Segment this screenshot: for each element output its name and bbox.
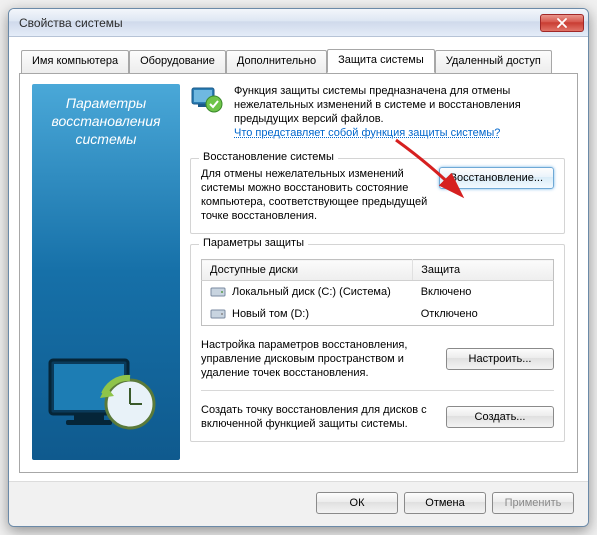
titlebar: Свойства системы [9,9,588,37]
protection-legend: Параметры защиты [199,237,308,249]
shield-icon [190,84,224,118]
disk-status: Включено [413,281,554,304]
restore-fieldset: Восстановление системы Для отмены нежела… [190,158,565,234]
disk-status: Отключено [413,303,554,326]
sidebar-line2: восстановления [40,112,172,130]
sidebar-line3: системы [40,130,172,148]
disk-icon [210,307,226,321]
col-protection[interactable]: Защита [413,260,554,281]
intro-description: Функция защиты системы предназначена для… [234,85,521,125]
content-column: Функция защиты системы предназначена для… [190,84,565,460]
monitor-clock-icon [44,354,164,444]
col-disks[interactable]: Доступные диски [202,260,413,281]
disk-icon [210,285,226,299]
cancel-button[interactable]: Отмена [404,492,486,514]
disk-name: Локальный диск (C:) (Система) [232,286,391,298]
system-properties-window: Свойства системы Имя компьютера Оборудов… [8,8,589,527]
tab-hardware[interactable]: Оборудование [129,50,226,74]
window-body: Имя компьютера Оборудование Дополнительн… [9,37,588,481]
tab-remote[interactable]: Удаленный доступ [435,50,552,74]
restore-description: Для отмены нежелательных изменений систе… [201,167,431,223]
sidebar-graphic: Параметры восстановления системы [32,84,180,460]
dialog-footer: ОК Отмена Применить [9,481,588,526]
restore-legend: Восстановление системы [199,151,338,163]
close-button[interactable] [540,14,584,32]
tab-system-protection[interactable]: Защита системы [327,49,435,73]
separator [201,390,554,391]
window-title: Свойства системы [19,16,540,30]
tab-strip: Имя компьютера Оборудование Дополнительн… [21,49,576,73]
configure-description: Настройка параметров восстановления, упр… [201,338,438,380]
create-description: Создать точку восстановления для дисков … [201,403,438,431]
protection-fieldset: Параметры защиты Доступные диски Защита [190,244,565,442]
table-row[interactable]: Новый том (D:) Отключено [202,303,554,326]
tab-panel-protection: Параметры восстановления системы [19,73,578,473]
close-icon [557,18,567,28]
tab-advanced[interactable]: Дополнительно [226,50,327,74]
apply-button[interactable]: Применить [492,492,574,514]
table-row[interactable]: Локальный диск (C:) (Система) Включено [202,281,554,304]
restore-button[interactable]: Восстановление... [439,167,554,189]
create-button[interactable]: Создать... [446,406,554,428]
configure-button[interactable]: Настроить... [446,348,554,370]
intro-help-link[interactable]: Что представляет собой функция защиты си… [234,127,500,139]
sidebar-line1: Параметры [40,94,172,112]
ok-button[interactable]: ОК [316,492,398,514]
intro-text: Функция защиты системы предназначена для… [234,84,565,140]
intro-block: Функция защиты системы предназначена для… [190,84,565,140]
tab-computer-name[interactable]: Имя компьютера [21,50,129,74]
disks-table: Доступные диски Защита [201,259,554,326]
disk-name: Новый том (D:) [232,308,309,320]
